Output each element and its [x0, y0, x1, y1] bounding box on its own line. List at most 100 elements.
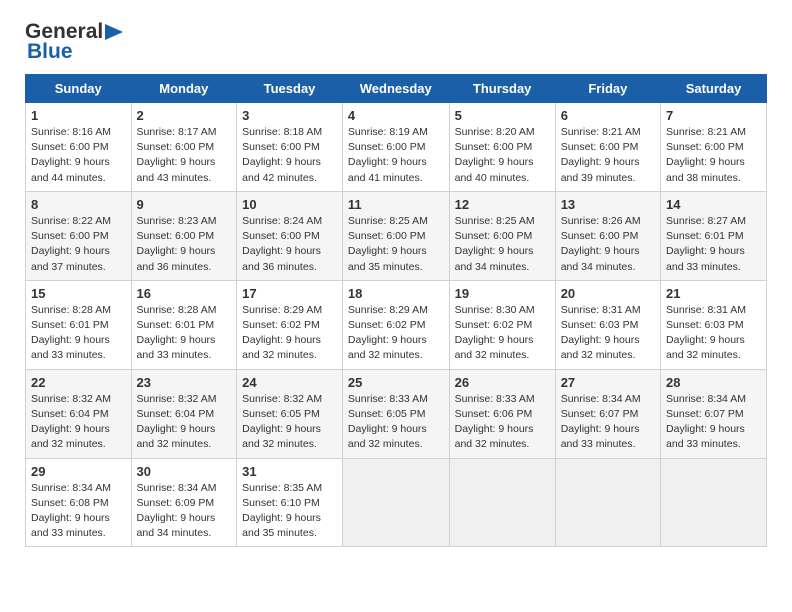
calendar-cell [661, 458, 767, 547]
calendar-cell [449, 458, 555, 547]
day-number: 24 [242, 375, 337, 390]
header-tuesday: Tuesday [237, 75, 343, 103]
calendar-cell: 1 Sunrise: 8:16 AMSunset: 6:00 PMDaylight… [26, 103, 132, 192]
calendar-cell [342, 458, 449, 547]
calendar-cell: 14 Sunrise: 8:27 AMSunset: 6:01 PMDayligh… [661, 191, 767, 280]
calendar-cell: 5Sunrise: 8:20 AMSunset: 6:00 PMDaylight… [449, 103, 555, 192]
day-info: Sunrise: 8:31 AMSunset: 6:03 PMDaylight:… [666, 303, 761, 364]
day-number: 15 [31, 286, 126, 301]
day-info: Sunrise: 8:26 AMSunset: 6:00 PMDaylight:… [561, 214, 655, 275]
day-number: 12 [455, 197, 550, 212]
day-info: Sunrise: 8:31 AMSunset: 6:03 PMDaylight:… [561, 303, 655, 364]
day-info: Sunrise: 8:32 AMSunset: 6:04 PMDaylight:… [137, 392, 232, 453]
calendar-cell: 17Sunrise: 8:29 AMSunset: 6:02 PMDayligh… [237, 280, 343, 369]
day-info: Sunrise: 8:28 AMSunset: 6:01 PMDaylight:… [137, 303, 232, 364]
calendar-cell: 29 Sunrise: 8:34 AMSunset: 6:08 PMDayligh… [26, 458, 132, 547]
calendar-cell: 23 Sunrise: 8:32 AMSunset: 6:04 PMDayligh… [131, 369, 237, 458]
day-info: Sunrise: 8:29 AMSunset: 6:02 PMDaylight:… [242, 303, 337, 364]
day-number: 14 [666, 197, 761, 212]
header-saturday: Saturday [661, 75, 767, 103]
calendar-week-3: 15 Sunrise: 8:28 AMSunset: 6:01 PMDayligh… [26, 280, 767, 369]
day-info: Sunrise: 8:35 AMSunset: 6:10 PMDaylight:… [242, 481, 337, 542]
calendar-cell: 8 Sunrise: 8:22 AMSunset: 6:00 PMDaylight… [26, 191, 132, 280]
calendar-header-row: SundayMondayTuesdayWednesdayThursdayFrid… [26, 75, 767, 103]
calendar-cell: 26Sunrise: 8:33 AMSunset: 6:06 PMDayligh… [449, 369, 555, 458]
calendar-cell: 30Sunrise: 8:34 AMSunset: 6:09 PMDayligh… [131, 458, 237, 547]
day-number: 20 [561, 286, 655, 301]
day-info: Sunrise: 8:30 AMSunset: 6:02 PMDaylight:… [455, 303, 550, 364]
day-info: Sunrise: 8:34 AMSunset: 6:08 PMDaylight:… [31, 481, 126, 542]
day-number: 31 [242, 464, 337, 479]
header-wednesday: Wednesday [342, 75, 449, 103]
day-info: Sunrise: 8:34 AMSunset: 6:07 PMDaylight:… [561, 392, 655, 453]
day-number: 2 [137, 108, 232, 123]
day-info: Sunrise: 8:18 AMSunset: 6:00 PMDaylight:… [242, 125, 337, 186]
logo-blue: Blue [27, 40, 73, 64]
day-info: Sunrise: 8:27 AMSunset: 6:01 PMDaylight:… [666, 214, 761, 275]
calendar-cell: 25 Sunrise: 8:33 AMSunset: 6:05 PMDayligh… [342, 369, 449, 458]
calendar-week-5: 29 Sunrise: 8:34 AMSunset: 6:08 PMDayligh… [26, 458, 767, 547]
day-number: 27 [561, 375, 655, 390]
day-number: 25 [348, 375, 444, 390]
calendar-week-1: 1 Sunrise: 8:16 AMSunset: 6:00 PMDaylight… [26, 103, 767, 192]
day-number: 9 [137, 197, 232, 212]
day-number: 16 [137, 286, 232, 301]
page-header: General Blue [25, 20, 767, 64]
header-friday: Friday [555, 75, 660, 103]
calendar-cell: 28Sunrise: 8:34 AMSunset: 6:07 PMDayligh… [661, 369, 767, 458]
day-info: Sunrise: 8:25 AMSunset: 6:00 PMDaylight:… [455, 214, 550, 275]
calendar-cell: 18Sunrise: 8:29 AMSunset: 6:02 PMDayligh… [342, 280, 449, 369]
day-number: 3 [242, 108, 337, 123]
calendar-cell: 27 Sunrise: 8:34 AMSunset: 6:07 PMDayligh… [555, 369, 660, 458]
day-info: Sunrise: 8:25 AMSunset: 6:00 PMDaylight:… [348, 214, 444, 275]
day-info: Sunrise: 8:16 AMSunset: 6:00 PMDaylight:… [31, 125, 126, 186]
calendar-cell: 2 Sunrise: 8:17 AMSunset: 6:00 PMDaylight… [131, 103, 237, 192]
day-number: 23 [137, 375, 232, 390]
calendar-cell [555, 458, 660, 547]
day-info: Sunrise: 8:21 AMSunset: 6:00 PMDaylight:… [666, 125, 761, 186]
logo: General Blue [25, 20, 123, 64]
logo-arrow-icon [105, 24, 123, 40]
calendar-cell: 13 Sunrise: 8:26 AMSunset: 6:00 PMDayligh… [555, 191, 660, 280]
calendar-cell: 6Sunrise: 8:21 AMSunset: 6:00 PMDaylight… [555, 103, 660, 192]
day-number: 6 [561, 108, 655, 123]
day-info: Sunrise: 8:29 AMSunset: 6:02 PMDaylight:… [348, 303, 444, 364]
calendar-cell: 7 Sunrise: 8:21 AMSunset: 6:00 PMDaylight… [661, 103, 767, 192]
header-monday: Monday [131, 75, 237, 103]
calendar-cell: 10Sunrise: 8:24 AMSunset: 6:00 PMDayligh… [237, 191, 343, 280]
calendar-cell: 31 Sunrise: 8:35 AMSunset: 6:10 PMDayligh… [237, 458, 343, 547]
day-number: 7 [666, 108, 761, 123]
day-number: 8 [31, 197, 126, 212]
day-number: 29 [31, 464, 126, 479]
day-number: 4 [348, 108, 444, 123]
day-info: Sunrise: 8:17 AMSunset: 6:00 PMDaylight:… [137, 125, 232, 186]
calendar-cell: 11Sunrise: 8:25 AMSunset: 6:00 PMDayligh… [342, 191, 449, 280]
day-info: Sunrise: 8:22 AMSunset: 6:00 PMDaylight:… [31, 214, 126, 275]
calendar-cell: 12 Sunrise: 8:25 AMSunset: 6:00 PMDayligh… [449, 191, 555, 280]
header-sunday: Sunday [26, 75, 132, 103]
calendar-cell: 22 Sunrise: 8:32 AMSunset: 6:04 PMDayligh… [26, 369, 132, 458]
day-info: Sunrise: 8:34 AMSunset: 6:09 PMDaylight:… [137, 481, 232, 542]
calendar-week-4: 22 Sunrise: 8:32 AMSunset: 6:04 PMDayligh… [26, 369, 767, 458]
day-number: 1 [31, 108, 126, 123]
day-number: 13 [561, 197, 655, 212]
day-number: 5 [455, 108, 550, 123]
day-info: Sunrise: 8:32 AMSunset: 6:04 PMDaylight:… [31, 392, 126, 453]
day-info: Sunrise: 8:32 AMSunset: 6:05 PMDaylight:… [242, 392, 337, 453]
calendar-cell: 21 Sunrise: 8:31 AMSunset: 6:03 PMDayligh… [661, 280, 767, 369]
day-info: Sunrise: 8:19 AMSunset: 6:00 PMDaylight:… [348, 125, 444, 186]
day-info: Sunrise: 8:34 AMSunset: 6:07 PMDaylight:… [666, 392, 761, 453]
calendar-week-2: 8 Sunrise: 8:22 AMSunset: 6:00 PMDaylight… [26, 191, 767, 280]
calendar-cell: 24 Sunrise: 8:32 AMSunset: 6:05 PMDayligh… [237, 369, 343, 458]
day-info: Sunrise: 8:33 AMSunset: 6:06 PMDaylight:… [455, 392, 550, 453]
calendar-cell: 4 Sunrise: 8:19 AMSunset: 6:00 PMDaylight… [342, 103, 449, 192]
calendar-cell: 3 Sunrise: 8:18 AMSunset: 6:00 PMDaylight… [237, 103, 343, 192]
calendar-cell: 16 Sunrise: 8:28 AMSunset: 6:01 PMDayligh… [131, 280, 237, 369]
day-info: Sunrise: 8:23 AMSunset: 6:00 PMDaylight:… [137, 214, 232, 275]
day-info: Sunrise: 8:33 AMSunset: 6:05 PMDaylight:… [348, 392, 444, 453]
calendar-cell: 20 Sunrise: 8:31 AMSunset: 6:03 PMDayligh… [555, 280, 660, 369]
day-number: 19 [455, 286, 550, 301]
calendar-cell: 15Sunrise: 8:28 AMSunset: 6:01 PMDayligh… [26, 280, 132, 369]
day-number: 22 [31, 375, 126, 390]
day-number: 21 [666, 286, 761, 301]
